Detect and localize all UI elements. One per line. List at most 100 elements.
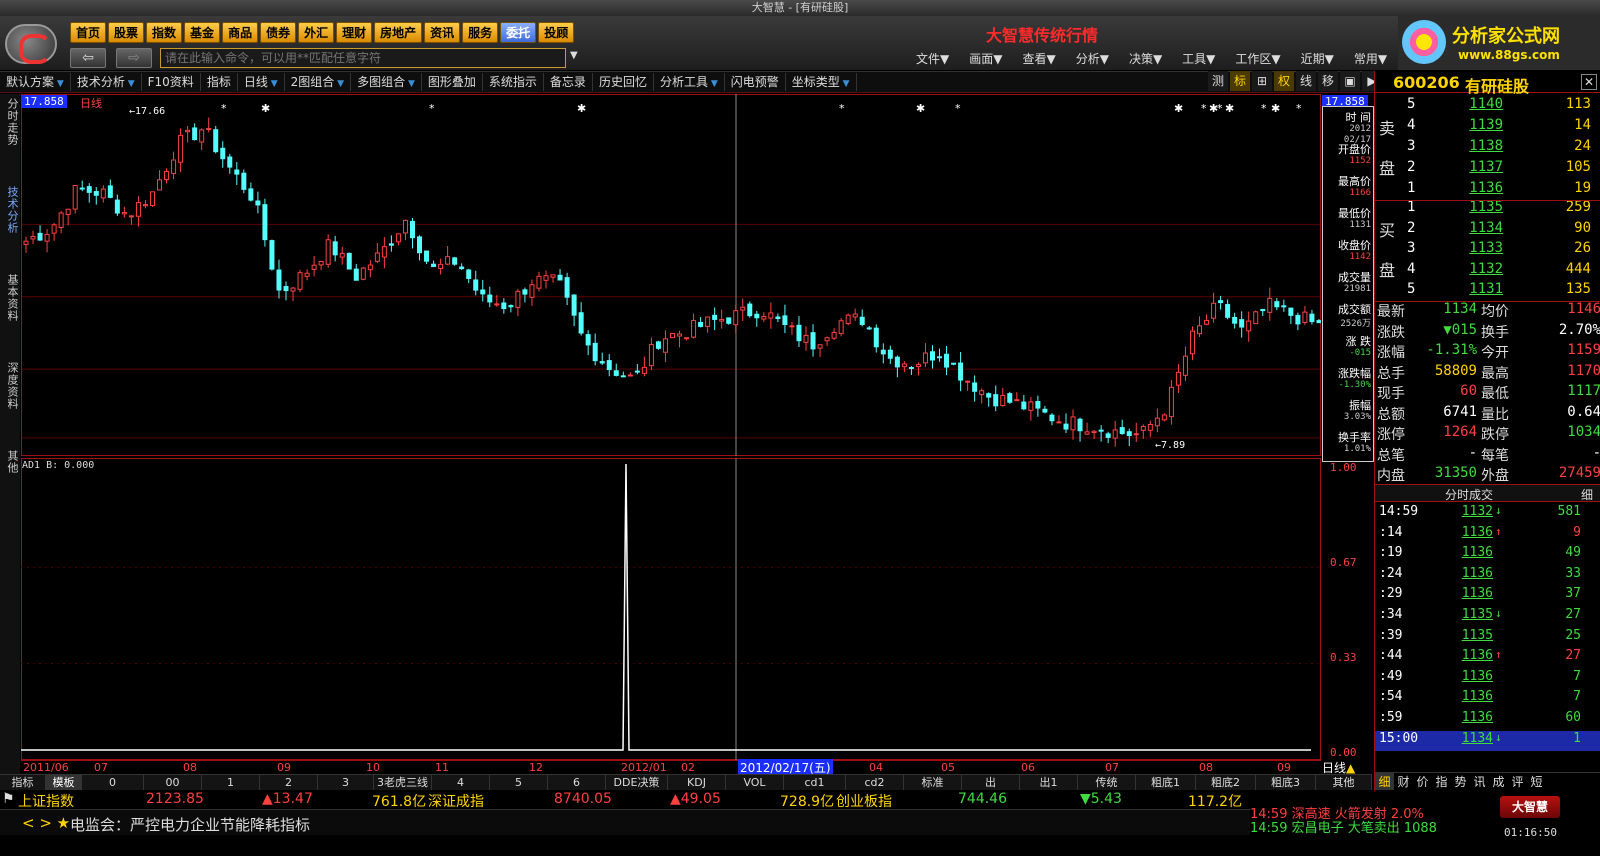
trade-row[interactable]: :19 1136 49 xyxy=(1375,545,1600,565)
menu-item[interactable]: 工具▼ xyxy=(1182,50,1215,67)
alert-item[interactable]: 14:59 深高速 火箭发射 2.0% xyxy=(1250,808,1495,822)
nav-button[interactable]: 指数 xyxy=(146,22,183,43)
sub-toolbar-button[interactable]: 备忘录 xyxy=(544,73,593,91)
trades-detail-button[interactable]: 细 xyxy=(1581,486,1593,503)
right-tab[interactable]: 成 xyxy=(1489,773,1508,790)
sub-toolbar-button[interactable]: 图形叠加 xyxy=(422,73,483,91)
order-book-row[interactable]: 2 1134 90 xyxy=(1405,220,1600,240)
sz-index-name[interactable]: 深证成指 xyxy=(428,791,484,811)
indicator-tab[interactable]: 4 xyxy=(432,775,490,790)
command-dropdown-icon[interactable]: ▼ xyxy=(570,50,578,61)
sub-toolbar-button[interactable]: F10资料 xyxy=(142,73,201,91)
indicator-tab[interactable]: 0 xyxy=(82,775,144,790)
indicator-tab[interactable]: 出1 xyxy=(1020,775,1078,790)
info-marker[interactable]: ✱ xyxy=(577,102,586,115)
chart-tool-button[interactable]: 权 xyxy=(1274,71,1294,91)
trade-row[interactable]: :54 1136 7 xyxy=(1375,689,1600,709)
info-marker[interactable]: ✱ xyxy=(1174,102,1183,115)
right-tab[interactable]: 短 xyxy=(1527,773,1546,790)
sub-toolbar-button[interactable]: 默认方案 xyxy=(0,73,71,91)
trade-row[interactable]: :59 1136 60 xyxy=(1375,710,1600,730)
info-marker[interactable]: ✱ xyxy=(1271,102,1280,115)
dzh-badge[interactable]: 大智慧 xyxy=(1500,796,1560,818)
indicator-tab[interactable]: 粗底1 xyxy=(1136,775,1196,790)
order-book-row[interactable]: 4 1132 444 xyxy=(1405,261,1600,281)
nav-button[interactable]: 股票 xyxy=(108,22,145,43)
command-input[interactable] xyxy=(160,48,566,68)
order-book-row[interactable]: 5 1131 135 xyxy=(1405,281,1600,301)
sub-toolbar-button[interactable]: 历史回忆 xyxy=(593,73,654,91)
indicator-tab[interactable]: cd2 xyxy=(846,775,904,790)
order-book-row[interactable]: 2 1137 105 xyxy=(1405,159,1600,179)
nav-button[interactable]: 投顾 xyxy=(538,22,575,43)
right-tab[interactable]: 指 xyxy=(1432,773,1451,790)
order-book-row[interactable]: 1 1136 19 xyxy=(1405,180,1600,200)
left-tab[interactable]: 其他 xyxy=(3,450,19,474)
back-button[interactable]: ⇦ xyxy=(70,48,106,68)
menu-item[interactable]: 工作区▼ xyxy=(1235,50,1280,67)
nav-button[interactable]: 首页 xyxy=(70,22,107,43)
sub-toolbar-button[interactable]: 闪电预警 xyxy=(725,73,786,91)
indicator-tab[interactable]: 传统 xyxy=(1078,775,1136,790)
order-book-row[interactable]: 5 1140 113 xyxy=(1405,96,1600,116)
trade-row[interactable]: :39 1135 25 xyxy=(1375,628,1600,648)
indicator-tab[interactable]: 2 xyxy=(260,775,318,790)
nav-button[interactable]: 房地产 xyxy=(374,22,423,43)
menu-item[interactable]: 分析▼ xyxy=(1076,50,1109,67)
nav-button[interactable]: 外汇 xyxy=(298,22,335,43)
sub-toolbar-button[interactable]: 系统指示 xyxy=(483,73,544,91)
trade-row[interactable]: :34 1135 ↓ 27 xyxy=(1375,607,1600,627)
info-marker[interactable]: * xyxy=(1261,102,1267,115)
alert-item[interactable]: 14:59 宏昌电子 大笔卖出 1088 xyxy=(1250,822,1495,836)
info-marker[interactable]: * xyxy=(955,102,961,115)
close-icon[interactable]: ✕ xyxy=(1581,74,1597,90)
indicator-chart[interactable] xyxy=(21,458,1321,760)
indicator-tab[interactable]: 出 xyxy=(962,775,1020,790)
sub-toolbar-button[interactable]: 技术分析 xyxy=(71,73,142,91)
indicator-tab[interactable]: 5 xyxy=(490,775,548,790)
nav-button[interactable]: 商品 xyxy=(222,22,259,43)
info-marker[interactable]: * xyxy=(839,102,845,115)
chart-tool-button[interactable]: ⊞ xyxy=(1252,71,1272,91)
news-headline[interactable]: 电监会：严控电力企业节能降耗指标 xyxy=(70,814,310,835)
sub-toolbar-button[interactable]: 多图组合 xyxy=(351,73,422,91)
indicator-tab[interactable]: 粗底3 xyxy=(1256,775,1316,790)
price-chart[interactable]: * ✱ * ✱ * ✱ * ✱ * ✱* ✱ * ✱ *←17.66←7.89 xyxy=(21,94,1321,456)
menu-item[interactable]: 文件▼ xyxy=(916,50,949,67)
order-book-row[interactable]: 1 1135 259 xyxy=(1405,199,1600,219)
info-marker[interactable]: ✱ xyxy=(1225,102,1234,115)
sh-index-name[interactable]: 上证指数 xyxy=(18,791,74,811)
info-marker[interactable]: * xyxy=(1201,102,1207,115)
menu-item[interactable]: 常用▼ xyxy=(1354,50,1387,67)
left-tab[interactable]: 深度资料 xyxy=(3,362,19,410)
trade-row[interactable]: :49 1136 7 xyxy=(1375,669,1600,689)
chart-tool-button[interactable]: 测 xyxy=(1208,71,1228,91)
nav-button[interactable]: 委托 xyxy=(500,22,537,43)
chart-tool-button[interactable]: 移 xyxy=(1318,71,1338,91)
menu-item[interactable]: 近期▼ xyxy=(1301,50,1334,67)
right-tab[interactable]: 细 xyxy=(1375,773,1394,790)
indicator-tab[interactable]: 6 xyxy=(548,775,606,790)
right-tab[interactable]: 势 xyxy=(1451,773,1470,790)
indicator-tab[interactable]: cd1 xyxy=(784,775,846,790)
indicator-tab[interactable]: VOL xyxy=(726,775,784,790)
info-marker[interactable]: * xyxy=(429,102,435,115)
sub-toolbar-button[interactable]: 分析工具 xyxy=(654,73,725,91)
info-marker[interactable]: * xyxy=(1217,102,1223,115)
right-tab[interactable]: 讯 xyxy=(1470,773,1489,790)
chart-tool-button[interactable]: 线 xyxy=(1296,71,1316,91)
forward-button[interactable]: ⇨ xyxy=(116,48,152,68)
left-tab[interactable]: 技术分析 xyxy=(3,186,19,234)
info-marker[interactable]: * xyxy=(221,102,227,115)
trade-row[interactable]: 15:00 1134 ↓ 1 xyxy=(1375,730,1600,751)
indicator-tab[interactable]: 指标 xyxy=(0,775,46,790)
sub-toolbar-button[interactable]: 指标 xyxy=(201,73,238,91)
chart-tool-button[interactable]: ▣ xyxy=(1340,71,1360,91)
indicator-tab[interactable]: 00 xyxy=(144,775,202,790)
menu-item[interactable]: 查看▼ xyxy=(1022,50,1055,67)
chart-tool-button[interactable]: 标 xyxy=(1230,71,1250,91)
trade-row[interactable]: :29 1136 37 xyxy=(1375,586,1600,606)
left-tab[interactable]: 基本资料 xyxy=(3,274,19,322)
left-tab[interactable]: 分时走势 xyxy=(3,98,19,146)
info-marker[interactable]: ✱ xyxy=(916,102,925,115)
